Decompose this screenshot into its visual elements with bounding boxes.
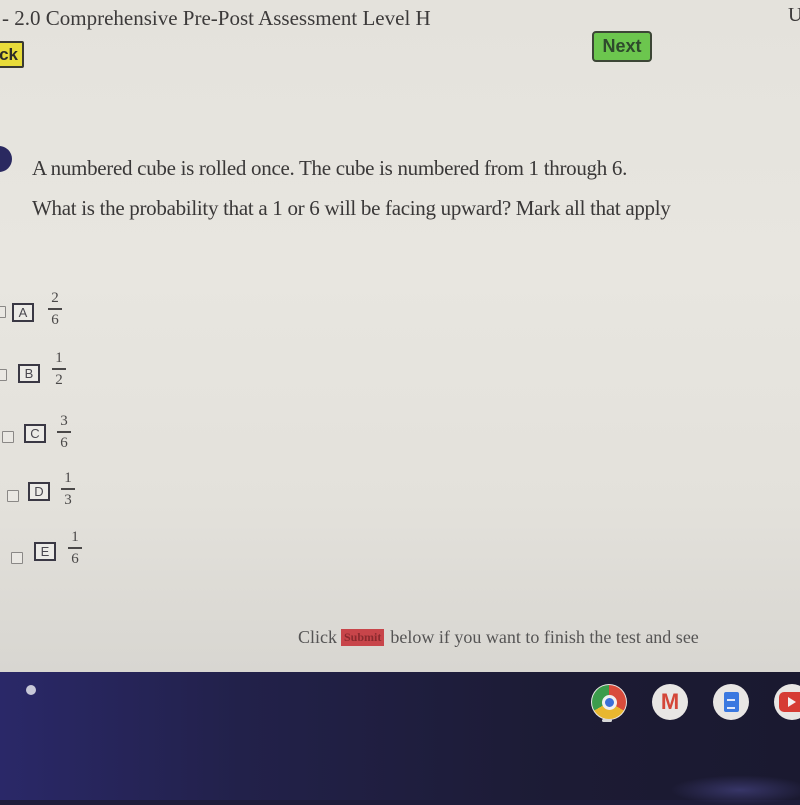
- docs-icon: [723, 692, 739, 712]
- option-c-letter[interactable]: C: [24, 424, 46, 443]
- question-text: A numbered cube is rolled once. The cube…: [32, 148, 800, 228]
- back-button[interactable]: ck: [0, 41, 24, 68]
- option-b-fraction: 12: [51, 350, 67, 388]
- option-a-checkbox[interactable]: [0, 306, 6, 318]
- option-e-fraction: 16: [67, 529, 83, 567]
- option-e-letter[interactable]: E: [34, 542, 56, 561]
- instruction-click-text: Click: [298, 627, 337, 647]
- question-number-badge: [0, 146, 12, 172]
- question-line-1: A numbered cube is rolled once. The cube…: [32, 156, 628, 180]
- assessment-title: - 2.0 Comprehensive Pre-Post Assessment …: [2, 6, 431, 30]
- shelf-app-docs[interactable]: [713, 684, 749, 720]
- question-line-2: What is the probability that a 1 or 6 wi…: [32, 196, 671, 220]
- chrome-icon: [592, 685, 626, 719]
- option-a-letter[interactable]: A: [12, 303, 34, 322]
- submit-instruction: Click Submit below if you want to finish t…: [298, 627, 699, 648]
- screen-reflection: [670, 775, 800, 805]
- option-b-letter[interactable]: B: [18, 364, 40, 383]
- running-indicator: [602, 719, 612, 722]
- option-d-letter[interactable]: D: [28, 482, 50, 501]
- option-d-fraction: 13: [60, 470, 76, 508]
- option-d-checkbox[interactable]: [7, 490, 19, 502]
- launcher-icon[interactable]: [26, 685, 36, 695]
- option-c-fraction: 36: [56, 413, 72, 451]
- option-b-checkbox[interactable]: [0, 369, 7, 381]
- next-button[interactable]: Next: [592, 31, 652, 62]
- instruction-rest-text: below if you want to finish the test and…: [390, 627, 699, 647]
- youtube-icon: [779, 692, 800, 712]
- submit-highlight: Submit: [341, 629, 385, 646]
- gmail-icon: M: [660, 689, 680, 714]
- option-e-checkbox[interactable]: [11, 552, 23, 564]
- browser-page: - 2.0 Comprehensive Pre-Post Assessment …: [0, 0, 800, 672]
- option-a-fraction: 26: [47, 290, 63, 328]
- shelf-app-chrome[interactable]: [591, 684, 627, 720]
- shelf-app-gmail[interactable]: M: [652, 684, 688, 720]
- header-right-cut-text: U: [788, 4, 800, 26]
- option-c-checkbox[interactable]: [2, 431, 14, 443]
